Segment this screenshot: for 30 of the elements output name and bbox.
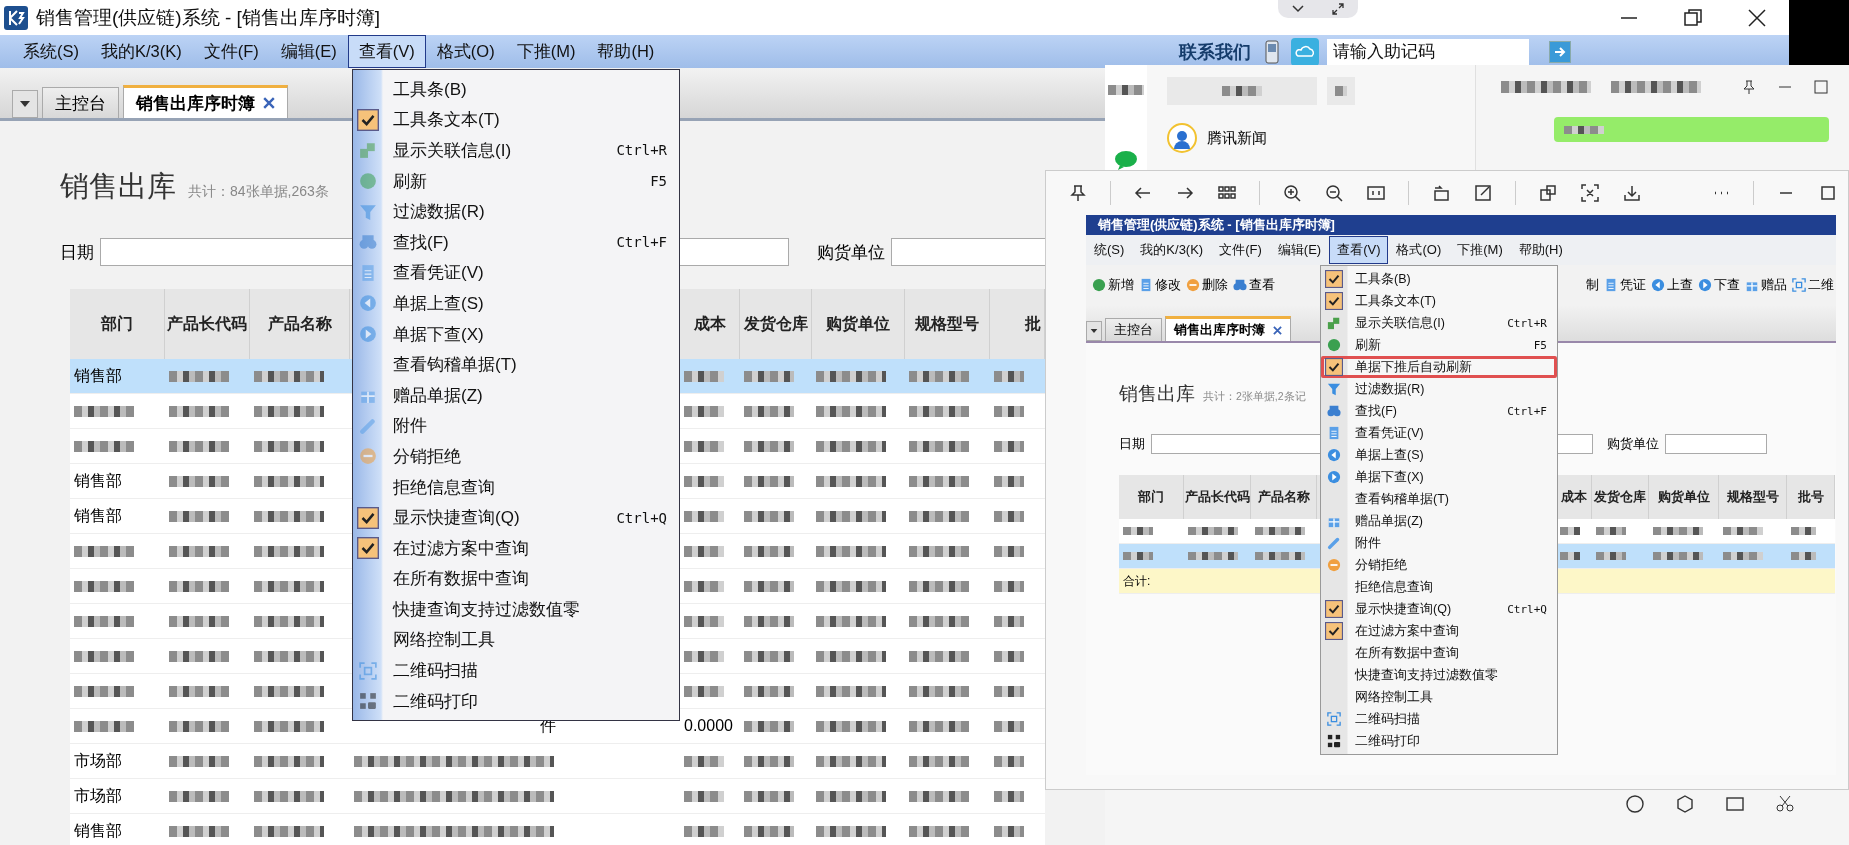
filter-label: 购货单位 xyxy=(817,241,885,264)
tab-label: 销售出库序时簿 xyxy=(136,92,255,115)
page-heading: 销售出库 xyxy=(60,169,176,204)
table-cell: 合计: xyxy=(1119,569,1184,594)
window-title: 销售管理(供应链)系统 - [销售出库序时簿] xyxy=(36,5,381,30)
shortcut-label: F5 xyxy=(650,173,667,190)
summary-text: 共计：2张单据,2条记 xyxy=(1203,390,1306,404)
tab-label: 主控台 xyxy=(55,92,106,115)
tab-label: 销售出库序时簿 xyxy=(1174,321,1265,339)
shortcut-label: Ctrl+Q xyxy=(1507,602,1547,616)
shortcut-label: Ctrl+R xyxy=(1507,316,1547,330)
table-cell: 市场部 xyxy=(70,744,165,779)
table-cell: 销售部 xyxy=(70,814,165,845)
table-cell: 市场部 xyxy=(70,779,165,814)
tab-label: 主控台 xyxy=(1114,321,1153,339)
filter-label: 日期 xyxy=(1119,435,1145,453)
shortcut-label: Ctrl+R xyxy=(616,142,667,159)
shortcut-label: F5 xyxy=(1533,338,1547,352)
table-cell: 销售部 xyxy=(70,464,165,499)
filter-label: 购货单位 xyxy=(1607,435,1659,453)
window-title: 销售管理(供应链)系统 - [销售出库序时簿] xyxy=(1098,216,1335,234)
table-cell: 销售部 xyxy=(70,359,165,394)
shortcut-label: Ctrl+Q xyxy=(616,509,667,526)
shortcut-label: Ctrl+F xyxy=(616,234,667,251)
page-heading: 销售出库 xyxy=(1119,382,1195,406)
shortcut-label: Ctrl+F xyxy=(1507,404,1547,418)
summary-text: 共计：84张单据,263条 xyxy=(188,183,329,201)
filter-label: 日期 xyxy=(60,241,94,264)
table-cell: 销售部 xyxy=(70,499,165,534)
table-cell: 0.0000 xyxy=(680,709,740,744)
